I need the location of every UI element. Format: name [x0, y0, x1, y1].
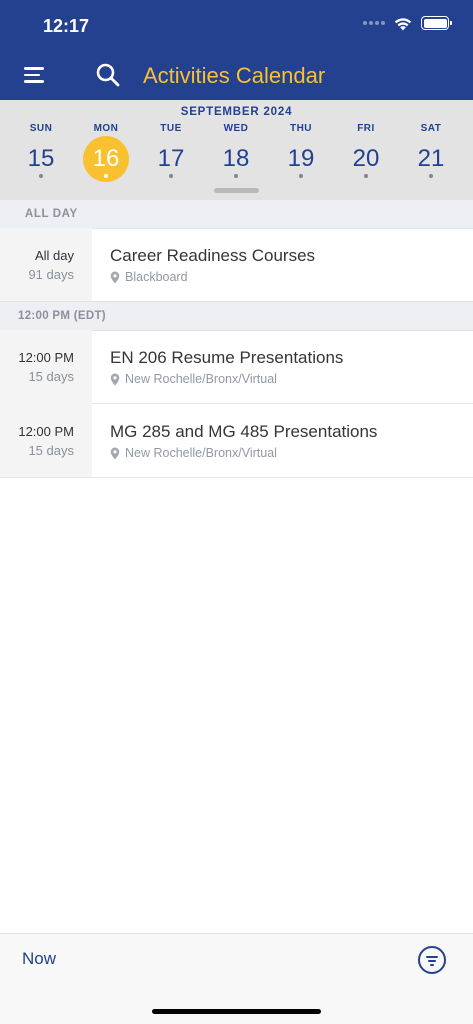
day-name: TUE [160, 123, 182, 134]
event-location-label: Blackboard [125, 270, 188, 284]
home-indicator [152, 1009, 321, 1014]
event-duration: 15 days [28, 443, 74, 458]
day-number: 18 [213, 136, 259, 182]
day-tue[interactable]: TUE 17 [144, 122, 198, 182]
day-thu[interactable]: THU 19 [274, 122, 328, 182]
day-mon-selected[interactable]: MON 16 [79, 122, 133, 182]
now-button[interactable]: Now [22, 949, 56, 969]
day-number: 21 [408, 136, 454, 182]
event-item[interactable]: 12:00 PM 15 days EN 206 Resume Presentat… [0, 330, 473, 404]
page-title: Activities Calendar [143, 63, 326, 88]
day-wed[interactable]: WED 18 [209, 122, 263, 182]
event-time: 12:00 PM [18, 350, 74, 365]
event-dot [234, 174, 238, 178]
signal-icon [363, 21, 385, 25]
location-pin-icon [110, 447, 120, 459]
location-pin-icon [110, 373, 120, 385]
row-divider [0, 477, 473, 478]
section-header-time: 12:00 PM (EDT) [0, 301, 473, 331]
event-dot [104, 174, 108, 178]
event-title: EN 206 Resume Presentations [110, 348, 344, 367]
event-location: New Rochelle/Bronx/Virtual [110, 446, 277, 460]
day-name: WED [223, 123, 249, 134]
event-dot [299, 174, 303, 178]
event-location: Blackboard [110, 270, 188, 284]
day-name: SUN [29, 123, 53, 134]
day-name: MON [93, 123, 119, 134]
event-duration: 15 days [28, 369, 74, 384]
day-sat[interactable]: SAT 21 [404, 122, 458, 182]
day-number: 19 [278, 136, 324, 182]
event-item[interactable]: All day 91 days Career Readiness Courses… [0, 228, 473, 302]
event-time-column: 12:00 PM 15 days [0, 330, 92, 404]
day-number: 15 [18, 136, 64, 182]
event-time-column: 12:00 PM 15 days [0, 404, 92, 478]
event-location: New Rochelle/Bronx/Virtual [110, 372, 277, 386]
wifi-icon [394, 18, 412, 31]
day-name: THU [289, 123, 313, 134]
event-dot [39, 174, 43, 178]
event-time: 12:00 PM [18, 424, 74, 439]
battery-icon [421, 16, 452, 30]
event-item[interactable]: 12:00 PM 15 days MG 285 and MG 485 Prese… [0, 404, 473, 478]
search-icon[interactable] [95, 62, 121, 88]
day-sun[interactable]: SUN 15 [14, 122, 68, 182]
location-pin-icon [110, 271, 120, 283]
week-drag-handle[interactable] [214, 188, 259, 193]
filter-icon[interactable] [418, 946, 446, 974]
event-title: Career Readiness Courses [110, 246, 316, 265]
app-header: 12:17 Activities Calendar [0, 0, 473, 100]
event-location-label: New Rochelle/Bronx/Virtual [125, 446, 277, 460]
section-header-all-day: ALL DAY [0, 199, 473, 229]
status-icons [363, 15, 452, 31]
day-number: 20 [343, 136, 389, 182]
event-duration: 91 days [28, 267, 74, 282]
status-time: 12:17 [43, 16, 90, 36]
day-number: 17 [148, 136, 194, 182]
event-time-column: All day 91 days [0, 228, 92, 302]
event-dot [364, 174, 368, 178]
hamburger-menu-icon[interactable] [24, 66, 46, 84]
event-time: All day [34, 248, 74, 263]
day-name: FRI [357, 123, 375, 134]
event-title: MG 285 and MG 485 Presentations [110, 422, 378, 441]
month-label: SEPTEMBER 2024 [180, 106, 293, 118]
bottom-bar: Now [0, 933, 473, 1024]
event-dot [429, 174, 433, 178]
week-strip: SEPTEMBER 2024 SUN 15 MON 16 TUE 17 WED … [0, 100, 473, 200]
day-name: SAT [420, 123, 442, 134]
event-location-label: New Rochelle/Bronx/Virtual [125, 372, 277, 386]
day-number: 16 [83, 136, 129, 182]
day-fri[interactable]: FRI 20 [339, 122, 393, 182]
event-dot [169, 174, 173, 178]
